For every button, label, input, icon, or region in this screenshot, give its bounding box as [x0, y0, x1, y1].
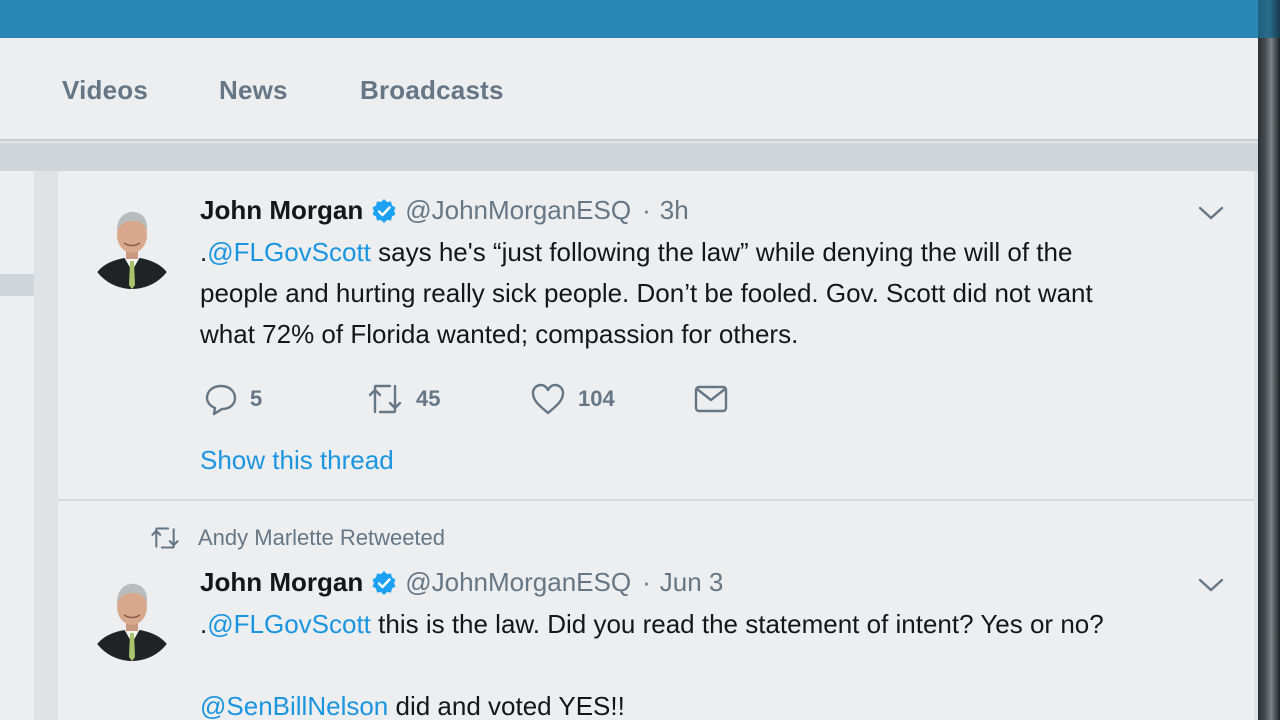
- profile-nav-bar: Videos News Broadcasts: [0, 38, 1258, 141]
- screen-edge: [1258, 0, 1280, 720]
- reply-button[interactable]: 5: [204, 379, 262, 419]
- author-handle[interactable]: @JohnMorganESQ: [405, 567, 631, 598]
- tab-broadcasts[interactable]: Broadcasts: [360, 75, 504, 106]
- avatar[interactable]: [88, 573, 176, 661]
- reply-count: 5: [250, 386, 263, 411]
- tweet-text: .@FLGovScott says he's “just following t…: [200, 237, 1093, 349]
- retweet-button[interactable]: 45: [366, 379, 440, 419]
- chevron-down-icon[interactable]: [1198, 205, 1224, 221]
- retweet-count: 45: [416, 386, 441, 411]
- author-name[interactable]: John Morgan: [200, 195, 363, 226]
- author-name[interactable]: John Morgan: [200, 567, 363, 598]
- direct-message-button[interactable]: [694, 379, 728, 419]
- author-handle[interactable]: @JohnMorganESQ: [405, 195, 631, 226]
- left-sidebar-column: [0, 171, 34, 720]
- retweet-icon: [151, 527, 179, 549]
- chevron-down-icon[interactable]: [1198, 577, 1224, 593]
- mention-link[interactable]: @FLGovScott: [207, 237, 371, 267]
- show-thread-link[interactable]: Show this thread: [200, 445, 394, 476]
- mention-link[interactable]: @FLGovScott: [207, 609, 371, 639]
- nav-divider: [0, 143, 1258, 171]
- tweet-actions: 5 45 104: [200, 379, 800, 419]
- tweet-timestamp[interactable]: Jun 3: [660, 567, 724, 598]
- tweet-timestamp[interactable]: 3h: [660, 195, 689, 226]
- tweet-text: .@FLGovScott this is the law. Did you re…: [200, 609, 1104, 720]
- retweeted-by-label[interactable]: Andy Marlette Retweeted: [198, 525, 445, 551]
- tweet-header: John Morgan @JohnMorganESQ · Jun 3: [200, 567, 723, 598]
- top-header-bar: [0, 0, 1258, 38]
- tweet-item[interactable]: John Morgan @JohnMorganESQ · 3h .@FLGovS…: [58, 171, 1254, 501]
- verified-badge-icon: [371, 198, 397, 224]
- direct-message-icon: [694, 385, 728, 413]
- tab-news[interactable]: News: [219, 75, 288, 106]
- separator-dot: ·: [642, 195, 651, 225]
- retweet-icon: [368, 384, 402, 414]
- like-count: 104: [578, 386, 615, 411]
- tweet-timeline: John Morgan @JohnMorganESQ · 3h .@FLGovS…: [58, 171, 1254, 720]
- verified-badge-icon: [371, 570, 397, 596]
- tweet-header: John Morgan @JohnMorganESQ · 3h: [200, 195, 689, 226]
- like-button[interactable]: 104: [530, 379, 615, 419]
- mention-link[interactable]: @SenBillNelson: [200, 691, 388, 720]
- retweet-context: Andy Marlette Retweeted: [150, 523, 445, 553]
- like-icon: [531, 383, 565, 415]
- tweet-item[interactable]: Andy Marlette Retweeted John Morgan @Joh…: [58, 503, 1254, 720]
- tab-videos[interactable]: Videos: [62, 75, 148, 106]
- reply-icon: [205, 384, 237, 416]
- avatar[interactable]: [88, 201, 176, 289]
- separator-dot: ·: [642, 567, 651, 597]
